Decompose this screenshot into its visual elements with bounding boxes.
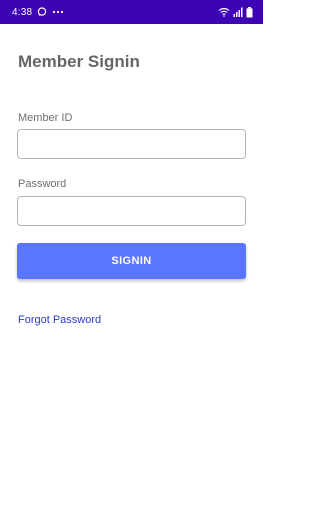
member-id-input[interactable] — [17, 129, 246, 159]
member-id-label: Member ID — [18, 112, 73, 124]
chat-bubble-icon — [37, 7, 47, 17]
battery-icon — [246, 6, 253, 18]
signal-icon — [233, 7, 243, 17]
page-title: Member Signin — [18, 52, 140, 71]
status-right — [218, 6, 253, 18]
status-time: 4:38 — [12, 6, 33, 18]
wifi-icon — [218, 7, 230, 17]
status-left: 4:38 — [12, 7, 64, 18]
forgot-password-link[interactable]: Forgot Password — [18, 314, 101, 326]
password-label: Password — [18, 178, 67, 190]
password-input[interactable] — [17, 196, 246, 226]
status-bar: 4:38 — [0, 0, 263, 24]
signin-button[interactable]: SIGNIN — [17, 243, 246, 279]
more-dots-icon — [52, 10, 64, 14]
